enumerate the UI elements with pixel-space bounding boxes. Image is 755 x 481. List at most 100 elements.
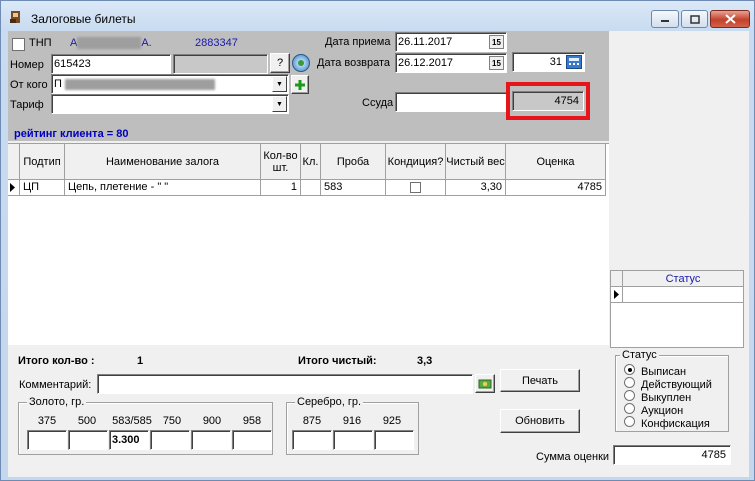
- money-icon: [478, 379, 492, 388]
- gold-weight-input[interactable]: [191, 430, 231, 450]
- status-table-row[interactable]: [611, 287, 743, 303]
- days-input[interactable]: 31: [512, 52, 585, 72]
- radio-icon[interactable]: [624, 403, 635, 414]
- tariff-select[interactable]: ▼: [51, 94, 289, 114]
- comment-label: Комментарий:: [19, 379, 92, 391]
- chevron-down-icon[interactable]: ▼: [272, 76, 287, 92]
- status-option[interactable]: Конфискация: [624, 416, 710, 430]
- status-table: Статус: [610, 270, 744, 348]
- tnp-checkbox[interactable]: [12, 38, 25, 51]
- gold-weight-input[interactable]: 3.300: [109, 430, 149, 450]
- status-radio-title: Статус: [620, 349, 659, 361]
- gold-probe-label: 500: [77, 415, 97, 427]
- maximize-icon: [689, 14, 700, 24]
- silver-probe-label: 875: [302, 415, 322, 427]
- chevron-down-icon[interactable]: ▼: [272, 96, 287, 112]
- table-cell[interactable]: 583: [321, 180, 386, 196]
- client-rating: рейтинг клиента = 80: [14, 128, 129, 140]
- column-header[interactable]: Оценка: [506, 144, 606, 180]
- date-received-input[interactable]: 26.11.2017 15: [395, 32, 507, 52]
- column-header[interactable]: Кол-во шт.: [261, 144, 301, 180]
- gold-weight-input[interactable]: [27, 430, 67, 450]
- status-option[interactable]: Выкуплен: [624, 390, 691, 404]
- question-button[interactable]: ?: [270, 53, 290, 73]
- app-icon: [9, 10, 23, 24]
- status-option[interactable]: Выписан: [624, 364, 686, 378]
- radio-icon[interactable]: [624, 416, 635, 427]
- status-column-header[interactable]: Статус: [622, 271, 743, 287]
- title-bar: Залоговые билеты: [1, 1, 754, 31]
- table-cell[interactable]: Цепь, плетение - " ": [65, 180, 261, 196]
- radio-selected-icon[interactable]: [624, 364, 635, 375]
- column-header[interactable]: Подтип: [20, 144, 65, 180]
- redacted-from: [64, 78, 215, 90]
- column-header[interactable]: Проба: [321, 144, 386, 180]
- gold-weight-input[interactable]: [150, 430, 190, 450]
- column-header[interactable]: Чистый вес: [446, 144, 506, 180]
- minimize-button[interactable]: [651, 10, 679, 28]
- money-button[interactable]: [475, 374, 495, 393]
- window-title: Залоговые билеты: [31, 12, 136, 26]
- sum-label: Сумма оценки: [536, 451, 610, 463]
- maximize-button[interactable]: [681, 10, 708, 28]
- redacted-name: [77, 37, 142, 50]
- loan-total-field: 4754: [512, 91, 584, 111]
- table-cell[interactable]: [301, 180, 321, 196]
- from-label: От кого: [10, 79, 48, 91]
- table-cell[interactable]: 4785: [506, 180, 606, 196]
- column-header[interactable]: Кондиция?: [386, 144, 446, 180]
- total-qty-value: 1: [137, 355, 144, 367]
- gold-probe-label: 375: [37, 415, 57, 427]
- status-option[interactable]: Аукцион: [624, 403, 683, 417]
- minimize-icon: [661, 20, 669, 22]
- comment-input[interactable]: [97, 374, 473, 394]
- gold-probe-label: 900: [202, 415, 222, 427]
- status-option[interactable]: Действующий: [624, 377, 712, 391]
- table-cell[interactable]: 3,30: [446, 180, 506, 196]
- window: Залоговые билеты ТНП А А. 2883347 Дата пр…: [0, 0, 755, 481]
- column-header[interactable]: Кл.: [301, 144, 321, 180]
- row-indicator-header: [8, 144, 20, 180]
- number-label: Номер: [10, 59, 44, 71]
- radio-icon[interactable]: [624, 390, 635, 401]
- date-return-input[interactable]: 26.12.2017 15: [395, 53, 507, 73]
- table-cell[interactable]: ЦП: [20, 180, 65, 196]
- silver-group: Серебро, гр. 875 916 925: [286, 396, 419, 455]
- date-received-label: Дата приема: [325, 36, 391, 48]
- table-cell: [386, 180, 446, 196]
- print-button[interactable]: Печать: [500, 369, 580, 392]
- refresh-button[interactable]: Обновить: [500, 409, 580, 433]
- client-phone: 2883347: [195, 37, 238, 49]
- condition-checkbox[interactable]: [410, 182, 421, 193]
- from-select[interactable]: П ▼: [51, 74, 289, 94]
- calculator-icon[interactable]: [566, 55, 582, 69]
- add-client-button[interactable]: [291, 75, 309, 94]
- radio-icon[interactable]: [624, 377, 635, 388]
- total-net-value: 3,3: [417, 355, 433, 367]
- close-button[interactable]: [710, 10, 750, 28]
- silver-weight-input[interactable]: [333, 430, 373, 450]
- refresh-client-icon[interactable]: [292, 54, 310, 72]
- number-input[interactable]: 615423: [51, 54, 171, 74]
- gold-weight-input[interactable]: [232, 430, 272, 450]
- table-cell[interactable]: 1: [261, 180, 301, 196]
- calendar-icon[interactable]: 15: [489, 56, 504, 70]
- gold-group: Золото, гр. 375 500 583/585 750 900 958 …: [18, 396, 273, 455]
- divider: [622, 287, 623, 303]
- status-table-header-row: Статус: [611, 271, 743, 287]
- row-indicator: [8, 180, 20, 196]
- total-qty-label: Итого кол-во :: [18, 355, 95, 367]
- gold-weight-input[interactable]: [68, 430, 108, 450]
- number-extra-field: [173, 54, 268, 74]
- gold-group-title: Золото, гр.: [27, 396, 87, 408]
- silver-weight-input[interactable]: [292, 430, 332, 450]
- silver-probe-label: 916: [342, 415, 362, 427]
- tariff-label: Тариф: [10, 99, 44, 111]
- total-net-label: Итого чистый:: [298, 355, 377, 367]
- gold-probe-label: 958: [242, 415, 262, 427]
- loan-input[interactable]: [395, 92, 507, 112]
- calendar-icon[interactable]: 15: [489, 35, 504, 49]
- silver-weight-input[interactable]: [374, 430, 414, 450]
- gold-probe-label: 750: [162, 415, 182, 427]
- column-header[interactable]: Наименование залога: [65, 144, 261, 180]
